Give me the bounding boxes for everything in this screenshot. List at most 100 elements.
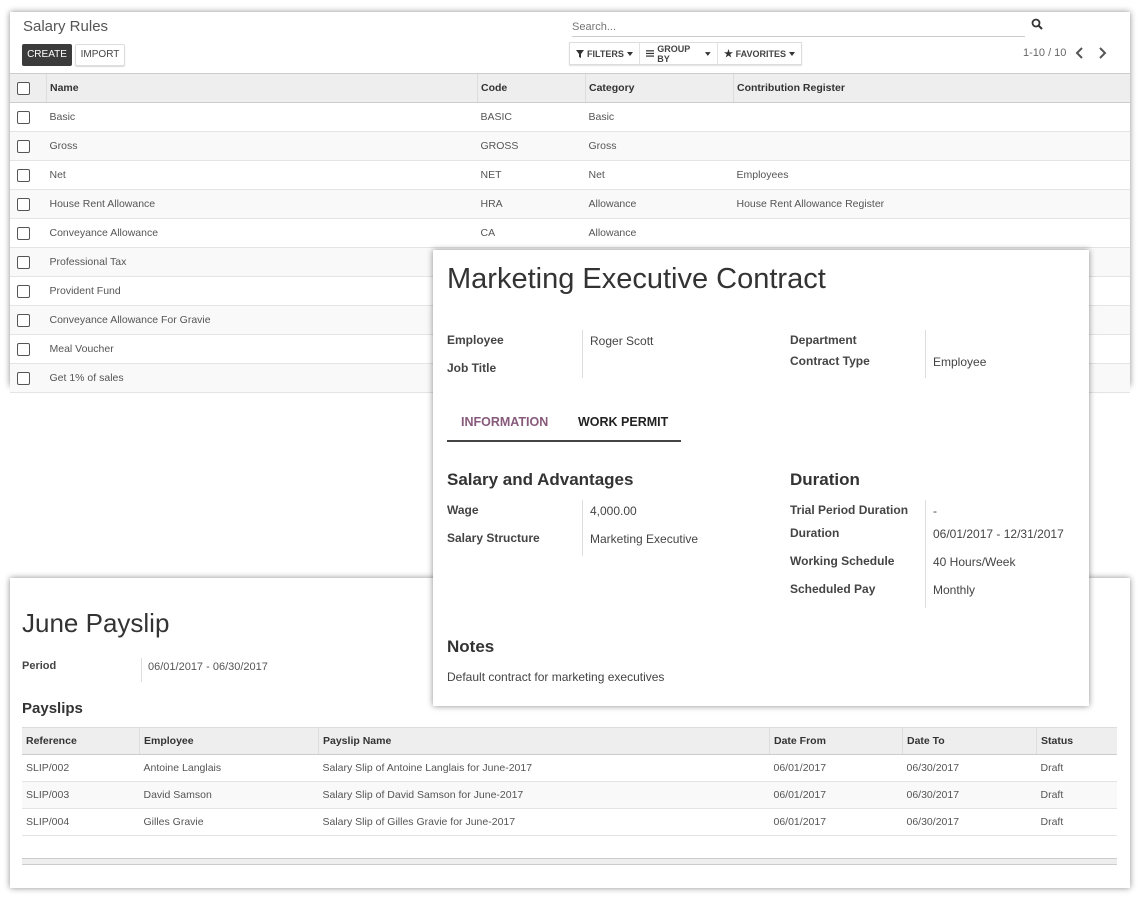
row-select-cell	[10, 334, 47, 364]
notes-text[interactable]: Default contract for marketing executive…	[447, 670, 664, 684]
row-checkbox[interactable]	[17, 284, 30, 298]
period-value[interactable]: 06/01/2017 - 06/30/2017	[148, 661, 268, 673]
row-checkbox[interactable]	[17, 255, 30, 269]
table-row[interactable]: Gross GROSS Gross	[10, 131, 1130, 161]
row-checkbox[interactable]	[17, 139, 30, 153]
duration-label: Duration	[790, 526, 840, 540]
page-title: Salary Rules	[23, 18, 109, 35]
tab-information[interactable]: INFORMATION	[447, 407, 564, 440]
job-title-label: Job Title	[447, 361, 497, 375]
row-checkbox[interactable]	[17, 342, 30, 356]
payslip-status: Draft	[1036, 808, 1117, 836]
row-checkbox[interactable]	[17, 226, 30, 240]
pager-value[interactable]: 1-10 / 10	[1023, 47, 1066, 59]
payslip-date-from: 06/01/2017	[769, 781, 903, 809]
contract-title: Marketing Executive Contract	[447, 263, 826, 295]
column-header-reference[interactable]: Reference	[22, 727, 140, 755]
rule-category: Gross	[585, 131, 734, 161]
rule-name: Net	[46, 160, 478, 190]
rule-register: House Rent Allowance Register	[733, 189, 1130, 219]
row-select-cell	[10, 276, 47, 306]
column-header-contribution-register[interactable]: Contribution Register	[733, 73, 1130, 103]
duration-heading: Duration	[790, 470, 860, 489]
table-header-row: Name Code Category Contribution Register	[10, 73, 1130, 103]
rule-register	[733, 131, 1130, 161]
wage-value[interactable]: 4,000.00	[590, 504, 637, 518]
favorites-button[interactable]: FAVORITES	[716, 43, 801, 64]
salary-structure-label: Salary Structure	[447, 531, 540, 545]
column-header-date-to[interactable]: Date To	[902, 727, 1037, 755]
search-input[interactable]	[572, 18, 1025, 37]
rule-category: Allowance	[585, 218, 734, 248]
chevron-right-icon[interactable]	[1096, 46, 1108, 60]
scheduled-pay-value[interactable]: Monthly	[933, 583, 975, 597]
wage-label: Wage	[447, 503, 479, 517]
group-by-button[interactable]: GROUP BY	[638, 43, 717, 64]
salary-advantages-heading: Salary and Advantages	[447, 470, 634, 489]
payslip-employee: David Samson	[139, 781, 319, 809]
row-checkbox[interactable]	[17, 371, 30, 385]
column-header-status[interactable]: Status	[1036, 727, 1117, 755]
payslip-status: Draft	[1036, 781, 1117, 809]
chevron-left-icon[interactable]	[1074, 46, 1086, 60]
row-checkbox[interactable]	[17, 168, 30, 182]
column-header-payslip-name[interactable]: Payslip Name	[318, 727, 770, 755]
payslip-date-from: 06/01/2017	[769, 754, 903, 782]
table-row[interactable]: SLIP/002 Antoine Langlais Salary Slip of…	[22, 754, 1117, 782]
rule-name: Get 1% of sales	[46, 363, 478, 393]
table-row[interactable]: House Rent Allowance HRA Allowance House…	[10, 189, 1130, 219]
rule-code: BASIC	[477, 102, 586, 132]
payslip-status: Draft	[1036, 754, 1117, 782]
row-checkbox[interactable]	[17, 313, 30, 327]
payslips-heading: Payslips	[22, 700, 83, 717]
payslip-batch-title: June Payslip	[22, 608, 170, 638]
payslip-name: Salary Slip of Antoine Langlais for June…	[318, 754, 770, 782]
row-checkbox[interactable]	[17, 110, 30, 124]
row-select-cell	[10, 131, 47, 161]
payslip-employee: Antoine Langlais	[139, 754, 319, 782]
rule-register: Employees	[733, 160, 1130, 190]
filters-label: FILTERS	[587, 48, 624, 59]
table-row[interactable]: Basic BASIC Basic	[10, 102, 1130, 132]
row-select-cell	[10, 363, 47, 393]
period-label: Period	[22, 660, 57, 672]
tab-information-label: INFORMATION	[461, 415, 549, 429]
table-row[interactable]: Net NET Net Employees	[10, 160, 1130, 190]
rule-category: Net	[585, 160, 734, 190]
salary-structure-value[interactable]: Marketing Executive	[590, 532, 698, 546]
working-schedule-value[interactable]: 40 Hours/Week	[933, 555, 1015, 569]
select-all-checkbox[interactable]	[17, 81, 30, 95]
table-row[interactable]: SLIP/003 David Samson Salary Slip of Dav…	[22, 781, 1117, 809]
employee-value[interactable]: Roger Scott	[590, 334, 653, 348]
trial-period-value[interactable]: -	[933, 504, 937, 518]
filters-button[interactable]: FILTERS	[570, 43, 639, 64]
row-checkbox[interactable]	[17, 197, 30, 211]
rule-name: Basic	[46, 102, 478, 132]
filter-icon	[576, 49, 584, 58]
field-divider	[582, 330, 583, 378]
search-icon[interactable]	[1031, 18, 1043, 30]
contract-type-value[interactable]: Employee	[933, 355, 986, 369]
table-row[interactable]: SLIP/004 Gilles Gravie Salary Slip of Gi…	[22, 808, 1117, 836]
tab-work-permit[interactable]: WORK PERMIT	[578, 415, 668, 429]
column-header-employee[interactable]: Employee	[139, 727, 319, 755]
search-options-bar: FILTERS GROUP BY FAVORITES	[569, 42, 802, 65]
rule-code: GROSS	[477, 131, 586, 161]
column-header-category[interactable]: Category	[585, 73, 734, 103]
table-row[interactable]: Conveyance Allowance CA Allowance	[10, 218, 1130, 248]
payslips-table: Reference Employee Payslip Name Date Fro…	[22, 727, 1117, 836]
payslip-date-from: 06/01/2017	[769, 808, 903, 836]
row-select-cell	[10, 160, 47, 190]
import-button[interactable]: IMPORT	[75, 44, 125, 66]
duration-value[interactable]: 06/01/2017 - 12/31/2017	[933, 527, 1064, 541]
column-header-date-from[interactable]: Date From	[769, 727, 903, 755]
rule-category: Allowance	[585, 189, 734, 219]
row-select-cell	[10, 189, 47, 219]
column-header-code[interactable]: Code	[477, 73, 586, 103]
column-header-name[interactable]: Name	[46, 73, 478, 103]
row-select-cell	[10, 305, 47, 335]
rule-register	[733, 102, 1130, 132]
create-button[interactable]: CREATE	[22, 44, 72, 66]
payslip-reference: SLIP/002	[22, 754, 140, 782]
notebook-tabs: INFORMATION WORK PERMIT	[447, 407, 681, 442]
